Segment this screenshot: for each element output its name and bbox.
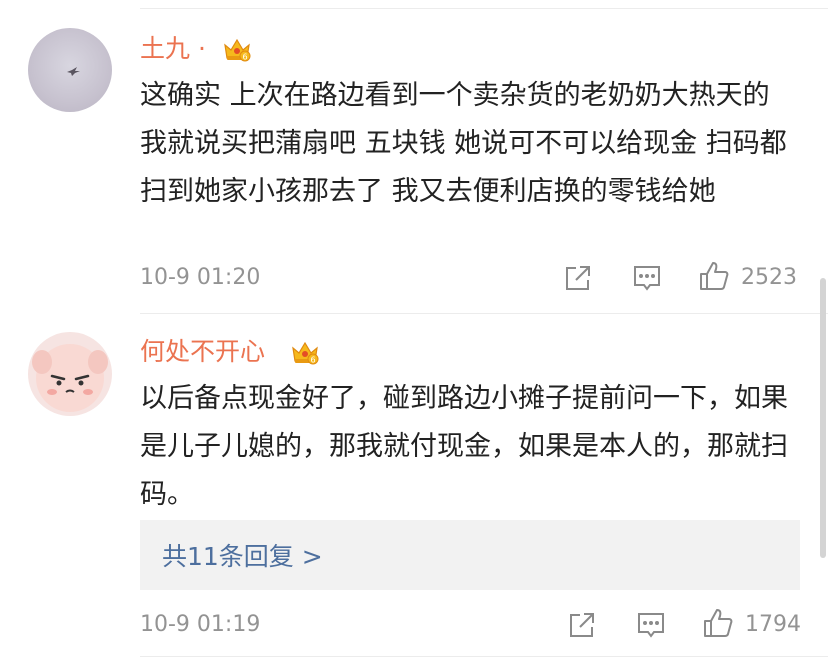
like-icon[interactable] — [698, 260, 730, 292]
angry-cat-icon — [32, 344, 108, 412]
svg-text:6: 6 — [310, 356, 315, 365]
avatar[interactable] — [28, 332, 112, 416]
bird-icon — [67, 67, 80, 76]
comment-icon[interactable] — [631, 262, 663, 294]
username[interactable]: 何处不开心 — [140, 337, 265, 367]
comment-time: 10-9 01:19 — [140, 612, 261, 637]
like-count: 2523 — [741, 265, 797, 290]
username[interactable]: 土九 · — [140, 34, 206, 64]
divider — [140, 313, 828, 314]
like-icon[interactable] — [702, 607, 734, 639]
like-count: 1794 — [745, 612, 801, 637]
divider — [140, 8, 828, 9]
vip-crown-icon: 6 — [290, 340, 320, 366]
vip-crown-icon: 6 — [222, 37, 252, 63]
view-replies-button[interactable]: 共11条回复 > — [140, 520, 800, 590]
comment-text: 以后备点现金好了，碰到路边小摊子提前问一下，如果是儿子儿媳的，那我就付现金，如果… — [140, 383, 788, 510]
svg-text:6: 6 — [242, 53, 247, 62]
comment-icon[interactable] — [635, 609, 667, 641]
avatar[interactable] — [28, 28, 112, 112]
share-icon[interactable] — [566, 609, 598, 641]
comment-text: 这确实 上次在路边看到一个卖杂货的老奶奶大热天的 我就说买把蒲扇吧 五块钱 她说… — [140, 80, 787, 207]
scrollbar[interactable] — [820, 278, 826, 558]
comment-time: 10-9 01:20 — [140, 265, 261, 290]
divider — [140, 656, 828, 657]
share-icon[interactable] — [562, 262, 594, 294]
